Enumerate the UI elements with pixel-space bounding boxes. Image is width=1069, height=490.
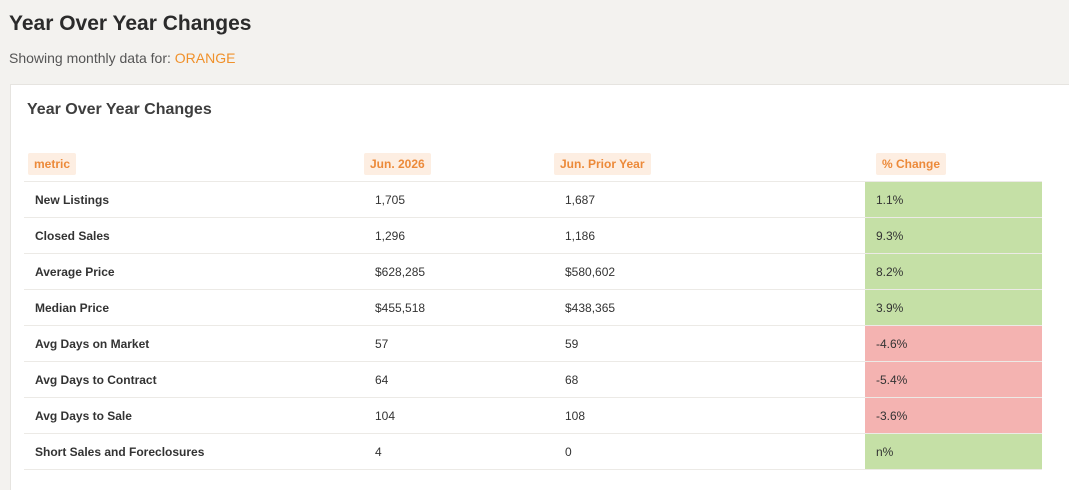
cell-metric: Average Price	[24, 253, 364, 290]
table-row: New Listings 1,705 1,687 1.1%	[24, 181, 1042, 218]
cell-change: 3.9%	[865, 289, 1042, 326]
cell-change: n%	[865, 433, 1042, 470]
cell-change: 9.3%	[865, 217, 1042, 254]
cell-prior: $580,602	[554, 253, 865, 290]
page-title: Year Over Year Changes	[9, 12, 252, 35]
table-row: Median Price $455,518 $438,365 3.9%	[24, 289, 1042, 326]
cell-metric: Median Price	[24, 289, 364, 326]
cell-prior: 1,687	[554, 181, 865, 218]
subtitle: Showing monthly data for: ORANGE	[9, 50, 235, 66]
cell-current: $628,285	[364, 253, 554, 290]
county-name: ORANGE	[174, 50, 236, 66]
column-header-metric[interactable]: metric	[24, 147, 364, 182]
cell-prior: 1,186	[554, 217, 865, 254]
cell-metric: Short Sales and Foreclosures	[24, 433, 364, 470]
cell-prior: 108	[554, 397, 865, 434]
table-header-row: metric Jun. 2026 Jun. Prior Year % Chang…	[24, 147, 1042, 182]
table-row: Avg Days to Sale 104 108 -3.6%	[24, 397, 1042, 434]
subtitle-prefix: Showing monthly data for:	[9, 50, 171, 66]
cell-change: 1.1%	[865, 181, 1042, 218]
table-row: Average Price $628,285 $580,602 8.2%	[24, 253, 1042, 290]
cell-metric: Avg Days to Sale	[24, 397, 364, 434]
table-row: Short Sales and Foreclosures 4 0 n%	[24, 433, 1042, 470]
cell-current: 57	[364, 325, 554, 362]
cell-prior: 59	[554, 325, 865, 362]
cell-current: 4	[364, 433, 554, 470]
cell-metric: New Listings	[24, 181, 364, 218]
cell-current: 1,705	[364, 181, 554, 218]
cell-metric: Avg Days on Market	[24, 325, 364, 362]
yoy-card: Year Over Year Changes metric Jun. 2026 …	[10, 84, 1069, 490]
cell-change: -3.6%	[865, 397, 1042, 434]
cell-change: -5.4%	[865, 361, 1042, 398]
card-title: Year Over Year Changes	[27, 101, 212, 118]
cell-metric: Avg Days to Contract	[24, 361, 364, 398]
cell-prior: 68	[554, 361, 865, 398]
cell-change: -4.6%	[865, 325, 1042, 362]
cell-current: 64	[364, 361, 554, 398]
table-row: Closed Sales 1,296 1,186 9.3%	[24, 217, 1042, 254]
column-header-prior[interactable]: Jun. Prior Year	[554, 147, 865, 182]
yoy-table: metric Jun. 2026 Jun. Prior Year % Chang…	[24, 147, 1042, 470]
column-header-change[interactable]: % Change	[865, 147, 1042, 182]
cell-prior: $438,365	[554, 289, 865, 326]
table-row: Avg Days on Market 57 59 -4.6%	[24, 325, 1042, 362]
cell-prior: 0	[554, 433, 865, 470]
column-header-current[interactable]: Jun. 2026	[364, 147, 554, 182]
cell-metric: Closed Sales	[24, 217, 364, 254]
cell-current: 1,296	[364, 217, 554, 254]
table-row: Avg Days to Contract 64 68 -5.4%	[24, 361, 1042, 398]
cell-current: 104	[364, 397, 554, 434]
cell-current: $455,518	[364, 289, 554, 326]
cell-change: 8.2%	[865, 253, 1042, 290]
